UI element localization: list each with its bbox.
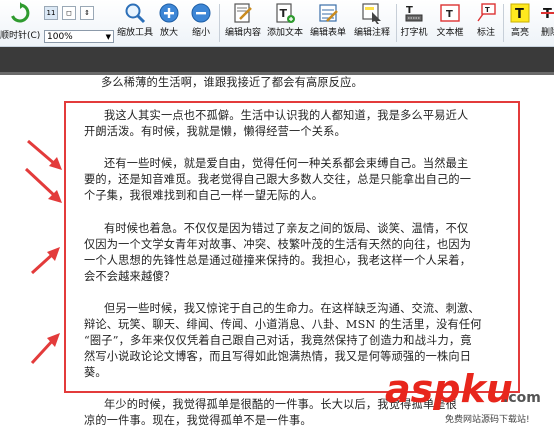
paragraph-line: 会不会越来越傻？ — [84, 270, 176, 283]
textbox-label: 文本框 — [436, 28, 464, 38]
edit-annotation-button[interactable]: 编辑注释 — [350, 2, 394, 38]
document-top-line: 多么稀薄的生活啊，谁跟我接近了都会有高原反应。 — [101, 76, 363, 89]
callout-button[interactable]: T 标注 — [470, 2, 502, 38]
edit-content-button[interactable]: 编辑内容 — [222, 2, 264, 38]
zoom-tool-icon — [125, 3, 146, 24]
single-page-view-label: 11 — [46, 9, 56, 17]
zoom-select[interactable]: 100% ▼ — [44, 30, 114, 43]
arrow-icon — [27, 139, 62, 170]
toolbar-separator — [219, 4, 220, 42]
toolbar-separator — [396, 4, 397, 42]
svg-text:T: T — [406, 5, 413, 16]
svg-text:T: T — [446, 9, 453, 20]
paragraph-1: 我这人其实一点也不孤僻。生活中认识我的人都知道，我是多么平易近人 开朗活泼。有时… — [84, 108, 468, 140]
single-page-view-button[interactable]: 11 — [44, 6, 58, 20]
zoom-value: 100% — [47, 32, 73, 42]
typewriter-label: 打字机 — [400, 28, 428, 38]
watermark-tagline: 免费网站源码下载站! — [445, 413, 530, 425]
add-text-button[interactable]: T 添加文本 — [264, 2, 306, 38]
edit-form-label: 编辑表单 — [309, 28, 346, 38]
watermark-brand: aspku — [385, 367, 513, 411]
edit-annotation-icon — [362, 3, 381, 24]
strikeout-icon: T — [541, 7, 554, 22]
arrow-icon — [24, 167, 62, 203]
edit-annotation-label: 编辑注释 — [353, 28, 390, 38]
zoom-tool-label: 缩放工具 — [116, 28, 153, 38]
add-text-label: 添加文本 — [266, 28, 303, 38]
paragraph-line: 一个人思想的先锋性总是通过碰撞来保持的。我担心，我老这样一个人呆着， — [84, 254, 472, 267]
paragraph-3: 有时候也着急。不仅仅是因为错过了亲友之间的饭局、谈笑、温情，不仅 仅因为一个文学… — [84, 221, 471, 285]
edit-form-icon — [319, 4, 338, 22]
zoom-in-label: 放大 — [159, 28, 178, 38]
fit-page-view-button[interactable]: ◻ — [62, 6, 76, 20]
callout-label: 标注 — [476, 28, 495, 38]
paragraph-line: 但另一些时候，我又惊诧于自己的生命力。在这样缺乏沟通、交流、刺激、 — [104, 302, 480, 315]
add-text-icon: T — [276, 3, 295, 23]
textbox-button[interactable]: T 文本框 — [432, 2, 468, 38]
svg-text:T: T — [485, 6, 490, 14]
annotation-arrows — [24, 139, 62, 365]
zoom-out-label: 缩小 — [191, 28, 210, 38]
strikeout-label: 删除 — [540, 28, 554, 38]
callout-icon: T — [477, 3, 496, 22]
strikeout-button[interactable]: T 删除 — [536, 2, 554, 38]
edit-form-button[interactable]: 编辑表单 — [307, 2, 349, 38]
highlight-icon: T — [510, 3, 530, 23]
paragraph-2: 还有一些时候，就是爱自由，觉得任何一种关系都会束缚自己。当然最主 要的，还是知音… — [84, 156, 471, 204]
fit-width-view-label: ⇕ — [84, 9, 90, 17]
watermark-logo: aspku .com 免费网站源码下载站! — [385, 367, 541, 425]
rotate-clockwise-icon — [11, 2, 30, 23]
typewriter-icon: T — [405, 5, 423, 22]
paragraph-line: “圈子”，多年来仅仅凭着自己跟自己对话，我竟然保持了创造力和战斗力，竟 — [84, 334, 472, 347]
highlight-label: 高亮 — [510, 28, 529, 38]
paragraph-line: 辩论、玩笑、聊天、绯闻、传闻、小道消息、八卦、MSN 的生活里，没有任何 — [84, 318, 482, 331]
zoom-out-icon — [191, 3, 211, 23]
watermark-tld: .com — [503, 390, 541, 406]
svg-text:T: T — [543, 7, 552, 22]
rotate-clockwise-label: 顺时针(C) — [0, 31, 41, 41]
highlight-button[interactable]: T 高亮 — [506, 2, 534, 38]
svg-text:T: T — [280, 7, 288, 20]
arrow-icon — [30, 247, 60, 275]
paragraph-line: 要的，还是知音难觅。我老觉得自己跟大多数人交往，总是只能拿出自己的一 — [84, 173, 472, 186]
fit-width-view-button[interactable]: ⇕ — [80, 6, 94, 20]
zoom-in-button[interactable]: 放大 — [155, 2, 183, 38]
toolbar-separator — [503, 4, 504, 42]
fit-page-view-label: ◻ — [66, 9, 72, 17]
svg-text:T: T — [515, 7, 524, 22]
typewriter-button[interactable]: T 打字机 — [398, 2, 430, 38]
edit-content-icon — [234, 3, 252, 23]
arrow-icon — [30, 333, 60, 365]
paragraph-line: 有时候也着急。不仅仅是因为错过了亲友之间的饭局、谈笑、温情，不仅 — [104, 222, 469, 235]
paragraph-line: 个子集，我很难找到和自己一样一望无际的人。 — [84, 189, 324, 202]
document-header-band — [0, 47, 554, 72]
edit-content-label: 编辑内容 — [224, 28, 261, 38]
paragraph-line: 仅因为一个文学女青年对故事、冲突、枝繁叶茂的生活有天然的向往，也因为 — [84, 238, 472, 251]
chevron-down-icon: ▼ — [105, 33, 111, 41]
textbox-icon: T — [440, 4, 460, 22]
paragraph-line: 还有一些时候，就是爱自由，觉得任何一种关系都会束缚自己。当然最主 — [104, 157, 469, 170]
zoom-tool-button[interactable]: 缩放工具 — [113, 2, 157, 38]
paragraph-line: 我这人其实一点也不孤僻。生活中认识我的人都知道，我是多么平易近人 — [104, 109, 469, 122]
paragraph-line: 开朗活泼。有时候，我就是懒，懒得经营一个关系。 — [84, 125, 346, 138]
zoom-in-icon — [159, 3, 179, 23]
zoom-out-button[interactable]: 缩小 — [187, 2, 215, 38]
rotate-clockwise-button[interactable]: 顺时针(C) — [0, 2, 40, 41]
toolbar: 顺时针(C) 11 ◻ ⇕ 100% ▼ 缩放工具 放大 缩小 编辑内容 T 添… — [0, 0, 554, 47]
